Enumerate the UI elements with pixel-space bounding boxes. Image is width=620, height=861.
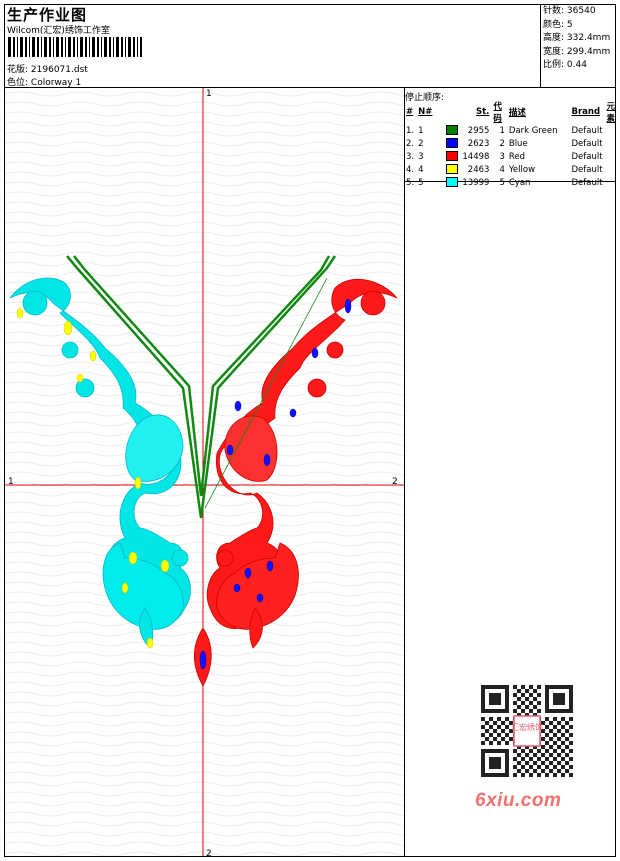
row-stitches: 2463 <box>467 164 490 175</box>
color-stop-row: 5. 5 13999 5 Cyan Default <box>404 176 620 189</box>
swatch <box>434 137 460 150</box>
row-desc: Blue <box>508 138 528 149</box>
color-swatch <box>446 125 459 136</box>
stat-scale: 比例: 0.44 <box>543 60 587 70</box>
canvas-divider <box>404 88 405 857</box>
row-desc: Dark Green <box>508 125 558 136</box>
row-element <box>605 124 620 137</box>
col-index: # <box>406 107 414 117</box>
colorway-value: Colorway 1 <box>30 78 82 88</box>
row-stitches: 13999 <box>462 177 490 188</box>
col-code: 代码 <box>493 102 502 124</box>
row-index: 4. <box>406 164 415 175</box>
row-code: 2 <box>499 138 505 149</box>
embroidery-design-canvas: 1 1 2 2 <box>5 88 404 856</box>
row-code: 1 <box>499 125 505 136</box>
file-name-row: 花版: 2196071.dst <box>7 62 88 75</box>
stat-width: 宽度: 299.4mm <box>543 46 611 57</box>
color-stop-row: 2. 2 2623 2 Blue Default <box>404 137 620 150</box>
row-needle: 5 <box>418 177 424 188</box>
row-brand: Default <box>571 164 603 175</box>
design-stats: 针数: 36540 颜色: 5 高度: 332.4mm 宽度: 299.4mm … <box>543 5 610 73</box>
row-index: 5. <box>406 177 415 188</box>
row-needle: 2 <box>418 138 424 149</box>
col-needle: N# <box>418 107 433 117</box>
row-desc: Red <box>508 151 526 162</box>
row-brand: Default <box>571 177 603 188</box>
col-desc: 描述 <box>508 108 526 118</box>
row-stitches: 14498 <box>462 151 490 162</box>
swatch <box>434 124 460 137</box>
row-stitches: 2955 <box>467 125 490 136</box>
qr-code: 汇宏绣饰 <box>470 680 584 782</box>
row-index: 3. <box>406 151 415 162</box>
page-title: 生产作业图 <box>7 6 88 24</box>
stat-height: 高度: 332.4mm <box>543 33 611 43</box>
row-desc: Yellow <box>508 164 536 175</box>
table-header-row: # N# St. 代码 描述 Brand 元素 <box>404 100 620 124</box>
axis-label-top: 1 <box>206 89 212 99</box>
stat-colors: 颜色: 5 <box>543 19 573 30</box>
row-desc: Cyan <box>508 177 531 188</box>
header-stats-divider <box>540 4 541 88</box>
swatch <box>434 176 460 189</box>
color-stop-row: 1. 1 2955 1 Dark Green Default <box>404 124 620 137</box>
qr-stamp-text: 汇宏绣饰 <box>511 722 543 732</box>
row-index: 2. <box>406 138 415 149</box>
color-stop-row: 3. 3 14498 3 Red Default <box>404 150 620 163</box>
row-needle: 1 <box>418 125 424 136</box>
barcode <box>8 37 142 57</box>
col-brand: Brand <box>571 107 601 117</box>
row-element <box>605 150 620 163</box>
col-element: 元素 <box>606 102 616 124</box>
row-brand: Default <box>571 151 603 162</box>
row-needle: 4 <box>418 164 424 175</box>
swatch <box>434 150 460 163</box>
color-stop-row: 4. 4 2463 4 Yellow Default <box>404 163 620 176</box>
stop-sequence-table: # N# St. 代码 描述 Brand 元素 1. 1 2955 1 Dark Gre… <box>404 100 620 189</box>
row-brand: Default <box>571 125 603 136</box>
row-code: 5 <box>499 177 505 188</box>
row-element <box>605 163 620 176</box>
row-needle: 3 <box>418 151 424 162</box>
color-swatch <box>446 151 459 162</box>
axis-label-right: 2 <box>392 477 398 487</box>
watermark: 6xiu.com <box>475 790 562 811</box>
axis-label-bottom: 2 <box>206 849 212 856</box>
color-swatch <box>446 164 459 175</box>
row-stitches: 2623 <box>467 138 490 149</box>
row-element <box>605 176 620 189</box>
row-brand: Default <box>571 138 603 149</box>
studio-name: Wilcom(汇宏)绣饰工作室 <box>7 26 110 36</box>
row-code: 4 <box>499 164 505 175</box>
file-label: 花版: <box>7 65 29 75</box>
swatch <box>434 163 460 176</box>
colorway-label: 色位: <box>7 78 29 88</box>
color-swatch <box>446 138 459 149</box>
row-index: 1. <box>406 125 415 136</box>
axis-label-left: 1 <box>8 477 14 487</box>
file-name: 2196071.dst <box>30 65 88 75</box>
row-code: 3 <box>499 151 505 162</box>
stat-stitches: 针数: 36540 <box>543 6 596 16</box>
col-stitches: St. <box>476 107 490 117</box>
color-swatch <box>446 177 459 188</box>
colorway-row: 色位: Colorway 1 <box>7 75 81 88</box>
row-element <box>605 137 620 150</box>
